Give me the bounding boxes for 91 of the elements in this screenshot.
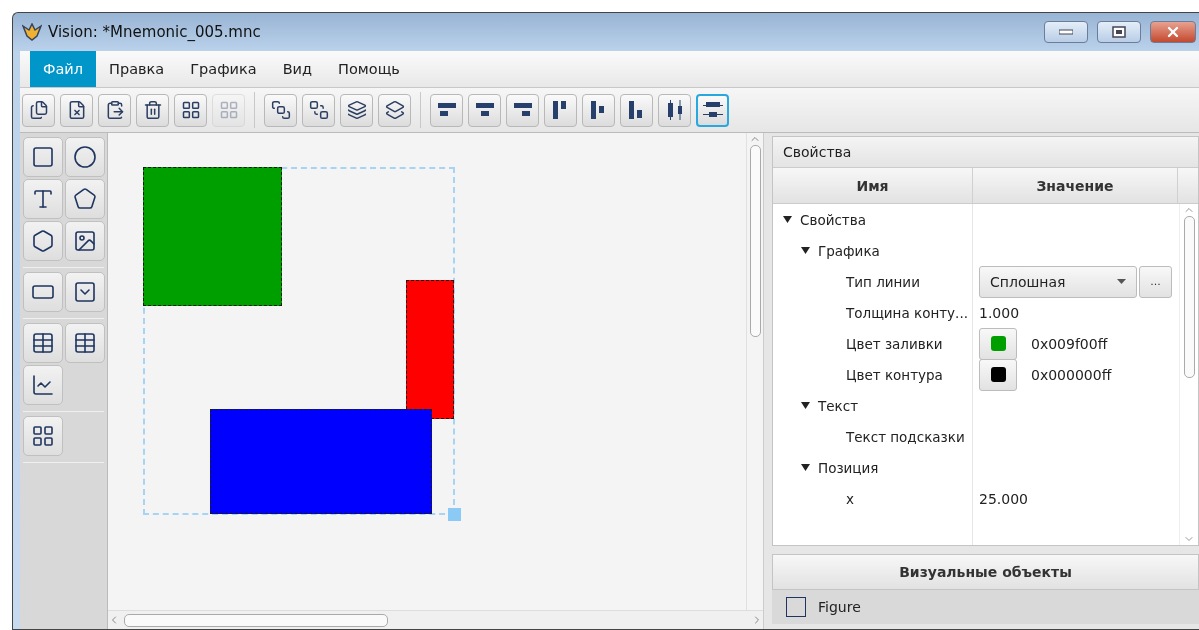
palette-button[interactable] <box>23 416 63 456</box>
table-icon <box>31 331 55 355</box>
property-name: Толщина конту... <box>846 304 968 321</box>
tree-toggle-icon[interactable] <box>783 215 792 224</box>
color-value: 0x009f00ff <box>1031 335 1108 352</box>
property-name: Текст подсказки <box>846 428 965 445</box>
property-name: Свойства <box>800 211 866 228</box>
grid-icon <box>180 100 201 120</box>
toolbar-button[interactable] <box>468 93 501 127</box>
minimize-button[interactable] <box>1044 21 1088 43</box>
palette-button[interactable] <box>65 137 105 177</box>
color-picker-button[interactable] <box>979 327 1017 360</box>
property-name: Позиция <box>818 459 879 476</box>
image-icon <box>73 229 97 253</box>
palette-button[interactable] <box>23 272 63 312</box>
property-name: Цвет заливки <box>846 335 943 352</box>
layers-icon <box>346 100 367 120</box>
app-logo-icon <box>22 23 42 41</box>
palette-button[interactable] <box>23 323 63 363</box>
palette-button[interactable] <box>23 221 63 261</box>
menu-item[interactable]: Вид <box>269 51 326 87</box>
toolbar-button[interactable] <box>340 93 373 127</box>
send-to-back-icon <box>308 100 329 120</box>
panel-title: Свойства <box>773 137 1198 168</box>
menu-item[interactable]: Графика <box>177 51 270 87</box>
toolbar-button[interactable] <box>620 93 653 127</box>
circle-icon <box>73 145 97 169</box>
column-header[interactable]: Имя <box>773 168 973 203</box>
toolbar-button[interactable] <box>658 93 691 127</box>
tree-toggle-icon[interactable] <box>801 401 810 410</box>
close-button[interactable] <box>1150 21 1196 43</box>
toolbar-button[interactable] <box>174 93 207 127</box>
rectangle-shape[interactable] <box>406 280 454 419</box>
palette-button[interactable] <box>23 365 63 405</box>
toolbar-button[interactable] <box>98 93 131 127</box>
toolbar-button[interactable] <box>696 93 729 127</box>
toolbar-button[interactable] <box>22 93 55 127</box>
square-icon <box>786 597 806 617</box>
vertical-scrollbar[interactable] <box>746 133 763 610</box>
grid-icon <box>218 100 239 120</box>
close-icon <box>1165 24 1181 40</box>
palette-button[interactable] <box>65 272 105 312</box>
maximize-icon <box>1112 26 1126 38</box>
copy-icon <box>28 100 49 120</box>
property-name: Графика <box>818 242 880 259</box>
more-button[interactable]: ... <box>1139 265 1172 298</box>
line-type-dropdown[interactable]: Сплошная <box>979 265 1137 298</box>
grid-icon <box>31 424 55 448</box>
toolbar-button[interactable] <box>430 93 463 127</box>
property-name: Тип линии <box>846 273 920 290</box>
palette-button[interactable] <box>65 221 105 261</box>
toolbar-button[interactable] <box>544 93 577 127</box>
toolbar-button[interactable] <box>60 93 93 127</box>
objects-header: Визуальные объекты <box>772 554 1199 590</box>
tree-toggle-icon[interactable] <box>801 463 810 472</box>
property-value: 1.000 <box>979 304 1020 321</box>
color-value: 0x000000ff <box>1031 366 1112 383</box>
property-name: Текст <box>818 397 858 414</box>
table-icon <box>73 331 97 355</box>
text-icon <box>31 187 55 211</box>
window-title: Vision: *Mnemonic_005.mnc <box>48 23 262 41</box>
toolbar-button[interactable] <box>378 93 411 127</box>
maximize-button[interactable] <box>1097 21 1141 43</box>
dropdown-icon <box>73 280 97 304</box>
line-chart-icon <box>31 373 55 397</box>
toolbar-button[interactable] <box>582 93 615 127</box>
property-name: x <box>846 490 854 507</box>
tree-toggle-icon[interactable] <box>801 246 810 255</box>
square-icon <box>31 145 55 169</box>
menu-item[interactable]: Правка <box>96 51 178 87</box>
toolbar-button[interactable] <box>302 93 335 127</box>
property-value: 25.000 <box>979 490 1028 507</box>
toolbar-button[interactable] <box>136 93 169 127</box>
palette-button[interactable] <box>23 179 63 219</box>
resize-handle[interactable] <box>448 508 461 521</box>
menu-item[interactable]: Помощь <box>325 51 413 87</box>
polygon-icon <box>73 187 97 211</box>
caret-icon <box>1117 279 1126 284</box>
palette-button[interactable] <box>65 179 105 219</box>
trash-icon <box>142 100 163 120</box>
toolbar-button[interactable] <box>264 93 297 127</box>
property-name: Цвет контура <box>846 366 943 383</box>
minimize-icon <box>1059 29 1073 35</box>
palette-button[interactable] <box>23 137 63 177</box>
bring-to-front-icon <box>270 100 291 120</box>
color-picker-button[interactable] <box>979 358 1017 391</box>
layers-icon <box>384 100 405 120</box>
toolbar-button[interactable] <box>506 93 539 127</box>
hexagon-icon <box>31 229 55 253</box>
column-header[interactable]: Значение <box>973 168 1178 203</box>
palette-button[interactable] <box>65 323 105 363</box>
